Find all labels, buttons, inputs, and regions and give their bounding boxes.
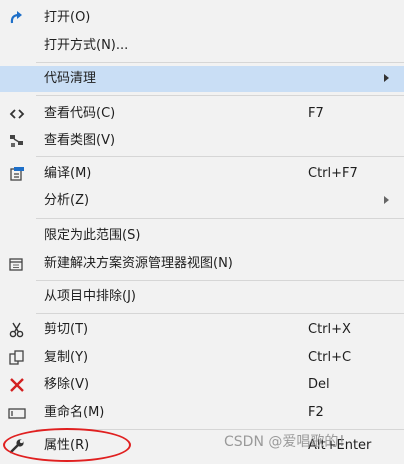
menu-item-label: 剪切(T) [44, 322, 89, 337]
menu-item-view-class-diagram[interactable]: 查看类图(V) [0, 128, 404, 154]
menu-item-exclude-from-project[interactable]: 从项目中排除(J) [0, 284, 404, 310]
redo-arrow-icon [10, 11, 22, 24]
menu-item-cut[interactable]: 剪切(T) Ctrl+X [0, 317, 404, 343]
submenu-arrow-icon [384, 74, 389, 82]
menu-item-label: 编译(M) [44, 166, 92, 181]
watermark: CSDN @爱唱歌的！ [224, 434, 353, 450]
menu-separator [36, 62, 404, 63]
menu-separator [36, 280, 404, 281]
menu-item-label: 代码清理 [44, 71, 97, 86]
menu-item-code-cleanup[interactable]: 代码清理 [0, 66, 404, 92]
menu-item-view-code[interactable]: 查看代码(C) F7 [0, 101, 404, 127]
new-window-icon [9, 258, 23, 271]
menu-item-shortcut: Del [308, 377, 330, 392]
menu-item-build[interactable]: 编译(M) Ctrl+F7 [0, 161, 404, 187]
class-diagram-icon [10, 135, 23, 147]
menu-separator [36, 218, 404, 219]
menu-item-label: 打开方式(N)... [44, 38, 129, 53]
menu-item-new-solution-explorer-view[interactable]: 新建解决方案资源管理器视图(N) [0, 251, 404, 277]
menu-separator [36, 313, 404, 314]
menu-item-shortcut: Ctrl+C [308, 350, 352, 365]
menu-item-open[interactable]: 打开(O) [0, 5, 404, 31]
submenu-arrow-icon [384, 196, 389, 204]
menu-item-scope-to-this[interactable]: 限定为此范围(S) [0, 223, 404, 249]
menu-item-label: 复制(Y) [44, 350, 89, 365]
menu-item-label: 新建解决方案资源管理器视图(N) [44, 256, 233, 271]
menu-item-label: 限定为此范围(S) [44, 228, 141, 243]
menu-item-copy[interactable]: 复制(Y) Ctrl+C [0, 345, 404, 371]
menu-item-rename[interactable]: 重命名(M) F2 [0, 400, 404, 426]
menu-item-label: 从项目中排除(J) [44, 289, 136, 304]
menu-item-shortcut: Ctrl+X [308, 322, 351, 337]
menu-item-label: 重命名(M) [44, 405, 105, 420]
menu-item-shortcut: F2 [308, 405, 324, 420]
annotation-circle [3, 428, 131, 462]
rename-icon [8, 408, 26, 419]
menu-item-label: 移除(V) [44, 377, 90, 392]
menu-item-shortcut: Ctrl+F7 [308, 166, 358, 181]
menu-item-label: 分析(Z) [44, 193, 90, 208]
context-menu: 打开(O) 打开方式(N)... 代码清理 查看代码(C) F7 查看类图(V) [0, 0, 404, 464]
code-brackets-icon [9, 109, 25, 119]
menu-item-open-with[interactable]: 打开方式(N)... [0, 33, 404, 59]
copy-icon [9, 350, 24, 365]
menu-item-label: 查看代码(C) [44, 106, 116, 121]
red-x-icon [10, 378, 24, 392]
scissors-icon [9, 322, 24, 338]
menu-item-label: 查看类图(V) [44, 133, 116, 148]
menu-item-label: 打开(O) [44, 10, 91, 25]
menu-item-remove[interactable]: 移除(V) Del [0, 372, 404, 398]
menu-item-shortcut: F7 [308, 106, 324, 121]
menu-item-analyze[interactable]: 分析(Z) [0, 188, 404, 214]
build-icon [10, 167, 24, 181]
menu-separator [36, 95, 404, 96]
menu-separator [36, 156, 404, 157]
